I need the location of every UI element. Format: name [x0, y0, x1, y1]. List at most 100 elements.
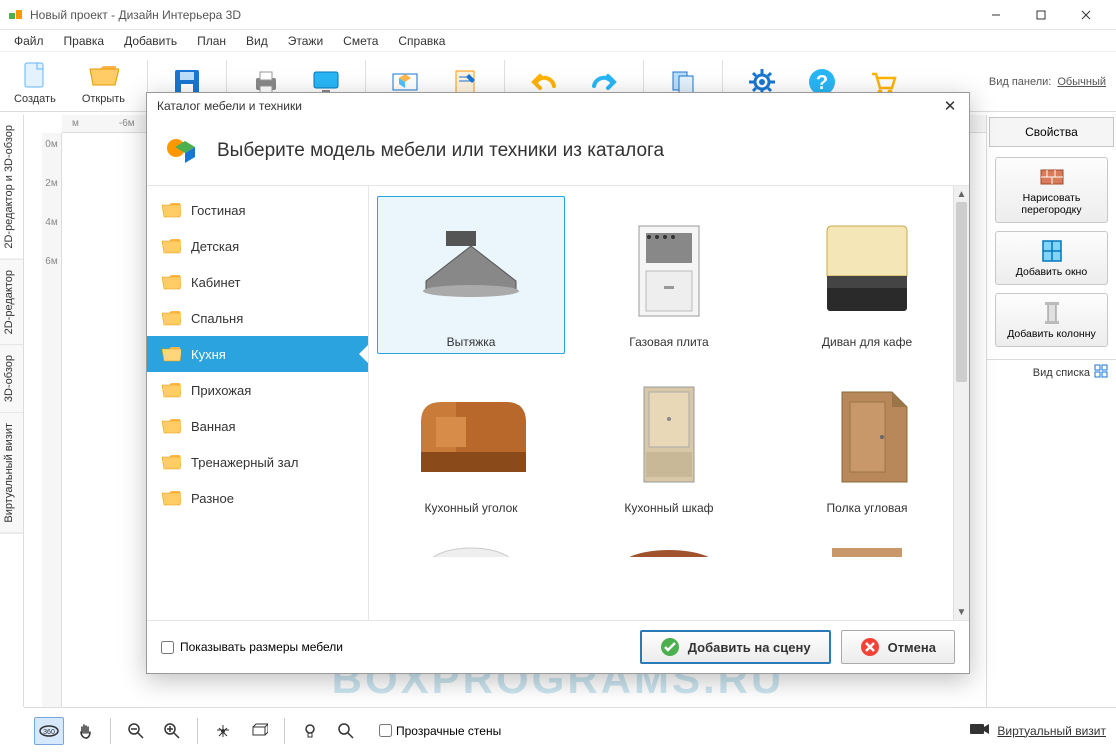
ruler-vertical: 0м 2м 4м 6м	[42, 133, 62, 707]
item-label: Газовая плита	[629, 335, 708, 349]
camera-icon	[969, 721, 991, 740]
item-thumbnail	[396, 201, 546, 331]
category-item[interactable]: Тренажерный зал	[147, 444, 368, 480]
front-view-button[interactable]	[208, 717, 238, 745]
category-item[interactable]: Кухня	[147, 336, 368, 372]
zoom-in-button[interactable]	[157, 717, 187, 745]
folder-icon	[161, 237, 181, 255]
catalog-item[interactable]	[773, 528, 961, 558]
item-thumbnail	[792, 533, 942, 558]
tab-2d-3d[interactable]: 2D-редактор и 3D-обзор	[0, 115, 23, 260]
list-view-icon[interactable]	[1094, 364, 1108, 381]
menu-view[interactable]: Вид	[238, 32, 276, 50]
app-icon	[8, 7, 24, 23]
scroll-down-icon[interactable]: ▼	[954, 604, 969, 620]
catalog-item[interactable]: Вытяжка	[377, 196, 565, 354]
category-item[interactable]: Спальня	[147, 300, 368, 336]
category-label: Тренажерный зал	[191, 455, 298, 470]
category-label: Ванная	[191, 419, 236, 434]
virtual-visit-link[interactable]: Виртуальный визит	[997, 724, 1106, 738]
properties-tab[interactable]: Свойства	[989, 117, 1114, 147]
folder-icon	[161, 201, 181, 219]
item-label: Кухонный шкаф	[624, 501, 713, 515]
scroll-thumb[interactable]	[956, 202, 967, 382]
menu-floors[interactable]: Этажи	[280, 32, 331, 50]
menu-edit[interactable]: Правка	[56, 32, 113, 50]
show-sizes-checkbox[interactable]: Показывать размеры мебели	[161, 640, 343, 654]
check-circle-icon	[660, 637, 680, 657]
rotate-360-button[interactable]: 360	[34, 717, 64, 745]
category-item[interactable]: Разное	[147, 480, 368, 516]
catalog-item[interactable]: Диван для кафе	[773, 196, 961, 354]
panel-mode-link[interactable]: Обычный	[1057, 76, 1106, 88]
tab-2d[interactable]: 2D-редактор	[0, 260, 23, 345]
catalog-item[interactable]: Кухонный уголок	[377, 362, 565, 520]
item-thumbnail	[792, 201, 942, 331]
folder-icon	[161, 453, 181, 471]
right-panel: Свойства Нарисовать перегородку Добавить…	[986, 115, 1116, 707]
minimize-button[interactable]	[973, 1, 1018, 29]
dialog-footer: Показывать размеры мебели Добавить на сц…	[147, 621, 969, 673]
catalog-item[interactable]	[377, 528, 565, 558]
dialog-close-button[interactable]: ✕	[941, 97, 959, 115]
menu-estimate[interactable]: Смета	[335, 32, 386, 50]
category-item[interactable]: Гостиная	[147, 192, 368, 228]
menu-add[interactable]: Добавить	[116, 32, 185, 50]
category-label: Прихожая	[191, 383, 251, 398]
pan-button[interactable]	[70, 717, 100, 745]
svg-text:360: 360	[43, 729, 55, 736]
menu-plan[interactable]: План	[189, 32, 234, 50]
left-vertical-tabs: 2D-редактор и 3D-обзор 2D-редактор 3D-об…	[0, 115, 24, 707]
item-grid: Вытяжка Газовая плита Диван для кафе Кухонн…	[369, 186, 969, 620]
magnify-button[interactable]	[331, 717, 361, 745]
open-button[interactable]: Открыть	[78, 57, 129, 107]
folder-icon	[161, 345, 181, 363]
item-thumbnail	[792, 367, 942, 497]
tab-virtual[interactable]: Виртуальный визит	[0, 413, 23, 534]
add-window-button[interactable]: Добавить окно	[995, 231, 1108, 285]
category-label: Детская	[191, 239, 239, 254]
category-item[interactable]: Детская	[147, 228, 368, 264]
item-label: Вытяжка	[447, 335, 496, 349]
tab-3d[interactable]: 3D-обзор	[0, 345, 23, 413]
cancel-button[interactable]: Отмена	[841, 630, 955, 664]
catalog-item[interactable]: Газовая плита	[575, 196, 763, 354]
menu-help[interactable]: Справка	[390, 32, 453, 50]
folder-icon	[161, 273, 181, 291]
catalog-icon	[163, 131, 203, 171]
zoom-out-button[interactable]	[121, 717, 151, 745]
dialog-header: Выберите модель мебели или техники из ка…	[147, 119, 969, 186]
column-icon	[1039, 300, 1065, 326]
category-item[interactable]: Ванная	[147, 408, 368, 444]
top-view-button[interactable]	[244, 717, 274, 745]
create-button[interactable]: Создать	[10, 57, 60, 107]
category-label: Спальня	[191, 311, 243, 326]
light-button[interactable]	[295, 717, 325, 745]
folder-icon	[161, 489, 181, 507]
category-list: Гостиная Детская Кабинет Спальня Кухня Прихож…	[147, 186, 369, 620]
category-item[interactable]: Прихожая	[147, 372, 368, 408]
add-column-button[interactable]: Добавить колонну	[995, 293, 1108, 347]
transparent-walls-checkbox[interactable]: Прозрачные стены	[379, 724, 501, 738]
folder-open-icon	[87, 59, 119, 91]
menubar: Файл Правка Добавить План Вид Этажи Смет…	[0, 30, 1116, 52]
add-to-scene-button[interactable]: Добавить на сцену	[640, 630, 831, 664]
scrollbar[interactable]: ▲ ▼	[953, 186, 969, 620]
bottom-toolbar: 360 Прозрачные стены Виртуальный визит	[24, 707, 1116, 753]
folder-icon	[161, 381, 181, 399]
category-label: Кухня	[191, 347, 226, 362]
window-icon	[1039, 238, 1065, 264]
brick-icon	[1039, 164, 1065, 190]
titlebar: Новый проект - Дизайн Интерьера 3D	[0, 0, 1116, 30]
menu-file[interactable]: Файл	[6, 32, 52, 50]
close-button[interactable]	[1063, 1, 1108, 29]
category-item[interactable]: Кабинет	[147, 264, 368, 300]
item-label: Кухонный уголок	[424, 501, 517, 515]
item-label: Полка угловая	[827, 501, 908, 515]
maximize-button[interactable]	[1018, 1, 1063, 29]
catalog-item[interactable]: Полка угловая	[773, 362, 961, 520]
catalog-item[interactable]	[575, 528, 763, 558]
draw-partition-button[interactable]: Нарисовать перегородку	[995, 157, 1108, 223]
scroll-up-icon[interactable]: ▲	[954, 186, 969, 202]
catalog-item[interactable]: Кухонный шкаф	[575, 362, 763, 520]
